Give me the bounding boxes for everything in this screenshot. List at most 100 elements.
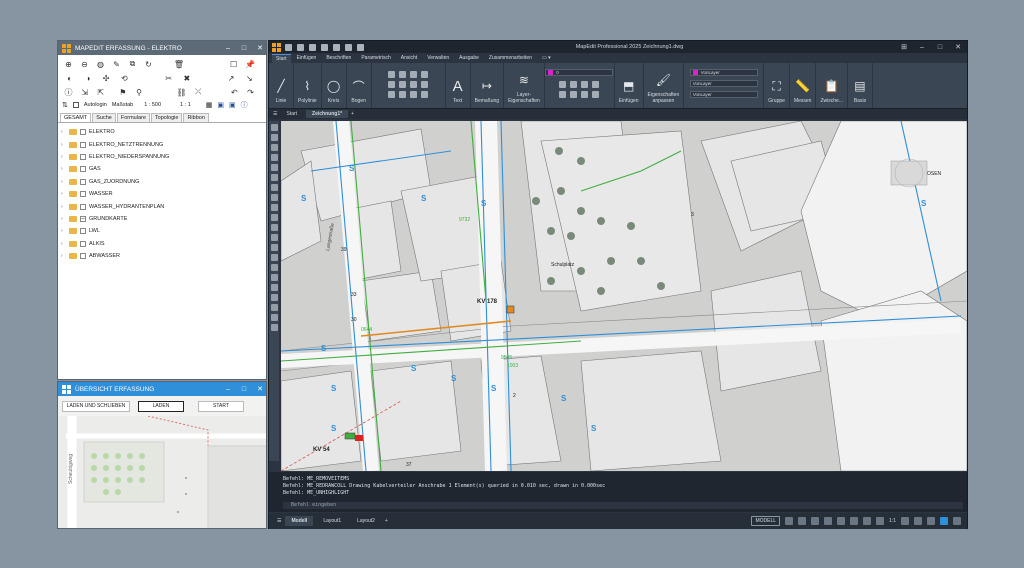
tab-layout2[interactable]: Layout2 — [351, 516, 381, 526]
maximize-icon[interactable]: □ — [238, 45, 250, 52]
close-icon[interactable]: ✕ — [949, 43, 967, 51]
sort-icon[interactable]: ⇅ — [62, 101, 68, 109]
tree-checkbox[interactable] — [80, 129, 86, 136]
minimize-icon[interactable]: – — [913, 44, 931, 51]
doc-tab-start[interactable]: Start — [280, 110, 303, 118]
layer-remove-icon[interactable]: ⊖ — [80, 59, 89, 70]
tree-item[interactable]: › LWL — [61, 225, 266, 237]
isolate-icon[interactable] — [927, 517, 935, 525]
gruppe-button[interactable]: ⛶ Gruppe — [764, 63, 790, 108]
minimize-icon[interactable]: – — [222, 45, 234, 52]
tool-icon[interactable] — [270, 204, 278, 211]
bogen-button[interactable]: ⌒ Bogen — [347, 63, 372, 108]
tool-icon[interactable] — [270, 274, 278, 281]
eigenschaften-button[interactable]: 🖌 Eigenschaften anpassen — [644, 63, 685, 108]
autologin-checkbox[interactable] — [72, 102, 79, 108]
annotation-icon[interactable] — [876, 517, 885, 525]
tool-icon[interactable] — [270, 294, 278, 301]
tree-checkbox[interactable] — [80, 153, 86, 160]
tab-ribbon[interactable]: Ribbon — [183, 113, 209, 122]
expand-icon[interactable]: › — [61, 154, 66, 160]
redo-icon[interactable]: ↷ — [246, 87, 255, 98]
start-button[interactable]: START — [198, 400, 244, 412]
tree-item[interactable]: › WASSER — [61, 188, 266, 200]
zwischenablage-button[interactable]: 📋 Zwische... — [816, 63, 848, 108]
tool-icon[interactable] — [270, 134, 278, 141]
close-icon[interactable]: ✕ — [254, 385, 266, 393]
tree-checkbox[interactable] — [80, 191, 86, 198]
open-file-icon[interactable] — [297, 43, 304, 51]
close-icon[interactable]: ✕ — [254, 44, 266, 52]
tool-icon[interactable] — [270, 224, 278, 231]
expand-icon[interactable]: › — [61, 129, 66, 135]
save-as-icon[interactable] — [321, 43, 328, 51]
expand-icon[interactable]: › — [61, 191, 66, 197]
redo-icon[interactable] — [357, 43, 364, 51]
tool-icon[interactable] — [270, 154, 278, 161]
workspace-icon[interactable] — [914, 517, 922, 525]
move-icon[interactable]: ✣ — [101, 73, 112, 84]
tab-modell[interactable]: Modell — [285, 516, 314, 526]
tree-item[interactable]: › ELEKTRO_NETZTRENNUNG — [61, 138, 266, 150]
ribbon-tab-start[interactable]: Start — [272, 53, 291, 63]
save-icon[interactable]: ▣ — [217, 101, 224, 109]
export-icon[interactable]: ⇲ — [80, 87, 89, 98]
ribbon-tab-zusammenarbeiten[interactable]: Zusammenarbeiten — [485, 54, 536, 62]
ribbon-tab-extra-icon[interactable]: ▭ ▾ — [538, 54, 555, 62]
pin-icon[interactable]: 📌 — [245, 59, 255, 70]
unlink-icon[interactable]: ⤫ — [194, 87, 203, 98]
new-doc-icon[interactable]: + — [351, 111, 354, 117]
tool-icon[interactable] — [270, 314, 278, 321]
laden-und-schliessen-button[interactable]: LADEN UND SCHLIEBEN — [62, 400, 130, 412]
text-button[interactable]: A Text — [446, 63, 471, 108]
lineweight-select[interactable]: VonLayer — [689, 91, 758, 98]
tab-gesamt[interactable]: GESAMT — [60, 113, 92, 122]
minimize-icon[interactable]: – — [222, 386, 234, 393]
tab-suche[interactable]: Suche — [92, 113, 116, 122]
tool-icon[interactable] — [270, 164, 278, 171]
doc-menu-icon[interactable]: ☰ — [273, 111, 277, 117]
tree-item[interactable]: › ALKIS — [61, 238, 266, 250]
ribbon-tab-ausgabe[interactable]: Ausgabe — [455, 54, 483, 62]
tool-icon[interactable] — [270, 214, 278, 221]
grid-icon[interactable]: ▦ — [206, 101, 213, 109]
tool-icon[interactable] — [270, 244, 278, 251]
tree-checkbox[interactable] — [80, 253, 86, 260]
expand-icon[interactable]: › — [61, 142, 66, 148]
arrow-up-icon[interactable]: ↗ — [226, 73, 237, 84]
tree-checkbox[interactable] — [80, 166, 86, 173]
tool-icon[interactable] — [270, 264, 278, 271]
tree-item[interactable]: › GAS — [61, 163, 266, 175]
overview-map[interactable]: Scheubigweg — [58, 415, 266, 528]
messen-button[interactable]: 📏 Messen — [790, 63, 817, 108]
flag-icon[interactable]: ⚑ — [118, 87, 127, 98]
tree-item[interactable]: › ELEKTRO — [61, 126, 266, 138]
erase-icon[interactable]: ✖ — [181, 73, 192, 84]
expand-icon[interactable]: › — [61, 241, 66, 247]
tool-icon[interactable] — [270, 144, 278, 151]
marker-icon[interactable]: ⚲ — [134, 87, 143, 98]
osnap-toggle-icon[interactable] — [837, 517, 846, 525]
layer-button[interactable]: ≋ Layer- Eigenschaften — [504, 63, 545, 108]
tree-checkbox[interactable]: – — [80, 215, 86, 222]
delete-icon[interactable]: 🗑 — [174, 59, 184, 70]
zoom-out-icon[interactable]: ◑ — [82, 73, 93, 84]
undo-icon[interactable] — [345, 43, 352, 51]
expand-icon[interactable]: › — [61, 228, 66, 234]
settings-icon[interactable] — [901, 517, 909, 525]
expand-icon[interactable]: › — [61, 166, 66, 172]
zoom-in-icon[interactable]: ◐ — [64, 73, 75, 84]
expand-icon[interactable]: › — [61, 204, 66, 210]
tree-item[interactable]: › GAS_ZUORDNUNG — [61, 176, 266, 188]
customize-icon[interactable] — [953, 517, 961, 525]
app-menu-icon[interactable]: ⊞ — [895, 43, 913, 51]
massstab-value[interactable]: 1 : 500 — [144, 102, 161, 108]
tree-item[interactable]: › WASSER_HYDRANTENPLAN — [61, 200, 266, 212]
linetype-select[interactable]: VonLayer — [689, 80, 758, 87]
ribbon-tab-verwalten[interactable]: Verwalten — [423, 54, 453, 62]
info-small-icon[interactable]: ⓘ — [64, 87, 73, 98]
scale-value[interactable]: 1:1 — [889, 518, 896, 524]
tree-checkbox[interactable] — [80, 240, 86, 247]
ribbon-tab-beschriften[interactable]: Beschriften — [322, 54, 355, 62]
expand-icon[interactable]: › — [61, 253, 66, 259]
